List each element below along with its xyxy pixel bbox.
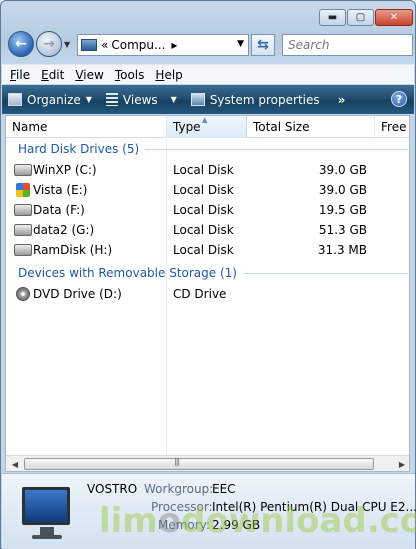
list-item[interactable]: DVD Drive (D:) CD Drive xyxy=(6,284,409,304)
watermark: limodownload.com xyxy=(99,501,416,541)
menu-help[interactable]: Help xyxy=(155,68,182,82)
computer-icon xyxy=(81,39,97,51)
group-header-removable-storage[interactable]: Devices with Removable Storage (1) xyxy=(18,266,408,280)
menu-view[interactable]: View xyxy=(75,68,103,82)
drive-icon xyxy=(14,244,32,256)
item-size: 19.5 GB xyxy=(318,203,367,217)
organize-icon xyxy=(8,93,22,106)
item-name: data2 (G:) xyxy=(33,223,95,237)
back-arrow-icon: ← xyxy=(15,36,27,52)
maximize-button[interactable]: ▢ xyxy=(347,9,374,26)
scroll-left-icon[interactable]: ◀ xyxy=(8,458,22,470)
column-free-space[interactable]: Free S xyxy=(375,116,409,138)
more-commands-button[interactable]: » xyxy=(338,93,346,107)
views-label: Views xyxy=(122,92,158,107)
views-button[interactable]: Views ▼ xyxy=(105,92,177,107)
group-title: Hard Disk Drives (5) xyxy=(18,142,140,156)
list-item[interactable]: Data (F:) Local Disk 19.5 GB xyxy=(6,200,409,220)
group-title: Devices with Removable Storage (1) xyxy=(18,266,237,280)
help-button[interactable]: ? xyxy=(391,91,407,107)
monitor-base xyxy=(32,535,62,539)
item-type: Local Disk xyxy=(173,163,234,177)
address-bar[interactable]: « Compu... ▸ ▼ xyxy=(77,34,249,56)
item-name: WinXP (C:) xyxy=(33,163,97,177)
drive-icon xyxy=(14,224,32,236)
item-type: CD Drive xyxy=(173,287,227,301)
address-dropdown-icon[interactable]: ▼ xyxy=(237,39,244,49)
workgroup-value: EEC xyxy=(212,482,236,496)
group-divider xyxy=(242,272,408,274)
item-size: 31.3 MB xyxy=(317,243,367,257)
views-icon xyxy=(105,93,118,106)
dvd-icon xyxy=(16,287,30,301)
refresh-button[interactable]: ⇆ xyxy=(251,34,275,56)
scroll-right-icon[interactable]: ▶ xyxy=(395,458,409,470)
sort-ascending-icon: ▲ xyxy=(202,116,208,124)
item-size: 39.0 GB xyxy=(318,183,367,197)
menu-bar: File Edit View Tools Help xyxy=(2,64,414,84)
scrollbar-thumb[interactable] xyxy=(24,458,374,470)
computer-name: VOSTRO xyxy=(87,482,138,496)
item-name: Vista (E:) xyxy=(33,183,88,197)
item-size: 51.3 GB xyxy=(318,223,367,237)
address-text[interactable]: Compu... xyxy=(111,38,165,52)
forward-arrow-icon: → xyxy=(43,36,55,52)
organize-label: Organize xyxy=(27,92,81,107)
item-type: Local Disk xyxy=(173,243,234,257)
item-size: 39.0 GB xyxy=(318,163,367,177)
grip-icon: ||| xyxy=(174,457,180,466)
forward-button[interactable]: → xyxy=(36,31,62,57)
item-type: Local Disk xyxy=(173,203,234,217)
explorer-window: ▬ ▢ ✕ ← → ▼ « Compu... ▸ ▼ ⇆ Search File… xyxy=(0,0,416,549)
monitor-stand xyxy=(40,527,54,535)
menu-tools[interactable]: Tools xyxy=(115,68,145,82)
group-header-hard-disks[interactable]: Hard Disk Drives (5) xyxy=(18,142,408,156)
minimize-button[interactable]: ▬ xyxy=(319,9,346,26)
windows-drive-icon xyxy=(16,183,30,197)
refresh-icon: ⇆ xyxy=(257,37,269,53)
address-prefix: « xyxy=(101,38,109,52)
column-header-row: Name Type Total Size Free S ▲ xyxy=(6,116,409,138)
menu-edit[interactable]: Edit xyxy=(41,68,64,82)
list-item[interactable]: RamDisk (H:) Local Disk 31.3 MB xyxy=(6,240,409,260)
drive-icon xyxy=(14,204,32,216)
recent-pages-dropdown-icon[interactable]: ▼ xyxy=(64,40,70,49)
list-item[interactable]: data2 (G:) Local Disk 51.3 GB xyxy=(6,220,409,240)
chevron-down-icon: ▼ xyxy=(85,95,92,104)
item-type: Local Disk xyxy=(173,183,234,197)
workgroup-label: Workgroup: xyxy=(144,482,214,496)
system-properties-button[interactable]: System properties xyxy=(190,92,320,107)
computer-monitor-icon xyxy=(22,487,70,525)
item-name: Data (F:) xyxy=(33,203,85,217)
group-divider xyxy=(145,148,408,150)
item-name: RamDisk (H:) xyxy=(33,243,113,257)
breadcrumb-chevron-icon[interactable]: ▸ xyxy=(171,38,177,52)
command-bar: Organize ▼ Views ▼ System properties » ? xyxy=(2,85,414,114)
back-button[interactable]: ← xyxy=(8,31,34,57)
close-button[interactable]: ✕ xyxy=(375,9,413,26)
system-properties-icon xyxy=(190,93,205,106)
system-properties-label: System properties xyxy=(209,92,320,107)
item-type: Local Disk xyxy=(173,223,234,237)
item-name: DVD Drive (D:) xyxy=(33,287,122,301)
menu-file[interactable]: File xyxy=(10,68,30,82)
chevron-down-icon: ▼ xyxy=(170,95,177,104)
column-total-size[interactable]: Total Size xyxy=(247,116,375,138)
file-list-pane: Name Type Total Size Free S ▲ Hard Disk … xyxy=(5,115,410,472)
list-item[interactable]: WinXP (C:) Local Disk 39.0 GB xyxy=(6,160,409,180)
drive-icon xyxy=(14,164,32,176)
column-name[interactable]: Name xyxy=(6,116,167,138)
organize-button[interactable]: Organize ▼ xyxy=(8,93,92,107)
search-input[interactable]: Search xyxy=(282,34,413,56)
horizontal-scrollbar[interactable]: ◀ ||| ▶ xyxy=(6,455,409,471)
list-item[interactable]: Vista (E:) Local Disk 39.0 GB xyxy=(6,180,409,200)
